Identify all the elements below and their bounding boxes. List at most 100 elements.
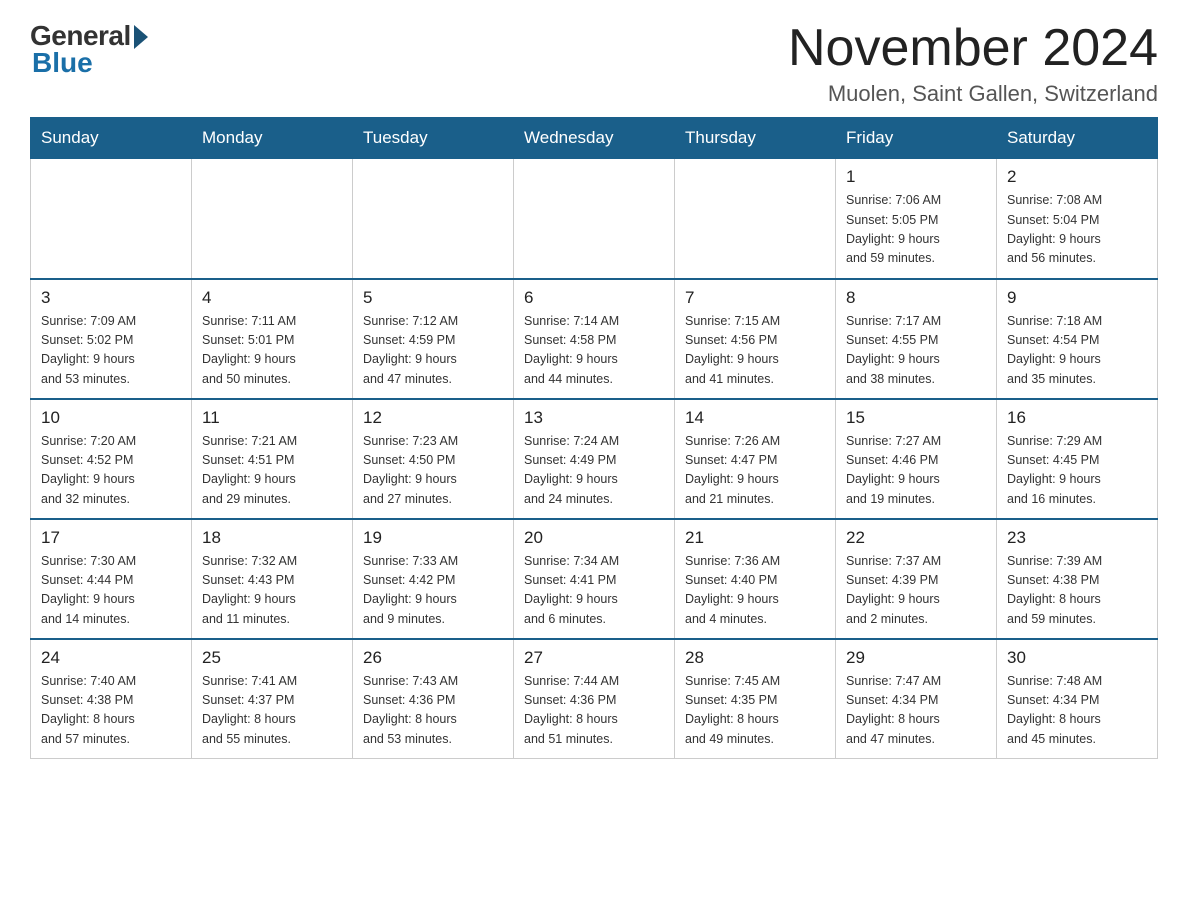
day-info: Sunrise: 7:18 AM Sunset: 4:54 PM Dayligh… — [1007, 312, 1147, 390]
calendar-cell: 16 Sunrise: 7:29 AM Sunset: 4:45 PM Dayli… — [997, 399, 1158, 519]
calendar-cell — [353, 159, 514, 279]
calendar-cell: 18 Sunrise: 7:32 AM Sunset: 4:43 PM Dayli… — [192, 519, 353, 639]
calendar-header-saturday: Saturday — [997, 118, 1158, 159]
calendar-cell: 14 Sunrise: 7:26 AM Sunset: 4:47 PM Dayli… — [675, 399, 836, 519]
calendar-cell: 9 Sunrise: 7:18 AM Sunset: 4:54 PM Daylig… — [997, 279, 1158, 399]
day-info: Sunrise: 7:48 AM Sunset: 4:34 PM Dayligh… — [1007, 672, 1147, 750]
day-number: 28 — [685, 648, 825, 668]
calendar-cell: 6Sunrise: 7:14 AM Sunset: 4:58 PM Daylig… — [514, 279, 675, 399]
day-info: Sunrise: 7:23 AM Sunset: 4:50 PM Dayligh… — [363, 432, 503, 510]
day-info: Sunrise: 7:15 AM Sunset: 4:56 PM Dayligh… — [685, 312, 825, 390]
calendar-table: SundayMondayTuesdayWednesdayThursdayFrid… — [30, 117, 1158, 759]
calendar-header-friday: Friday — [836, 118, 997, 159]
day-number: 30 — [1007, 648, 1147, 668]
day-number: 8 — [846, 288, 986, 308]
day-info: Sunrise: 7:39 AM Sunset: 4:38 PM Dayligh… — [1007, 552, 1147, 630]
day-info: Sunrise: 7:32 AM Sunset: 4:43 PM Dayligh… — [202, 552, 342, 630]
day-number: 14 — [685, 408, 825, 428]
day-info: Sunrise: 7:47 AM Sunset: 4:34 PM Dayligh… — [846, 672, 986, 750]
day-info: Sunrise: 7:12 AM Sunset: 4:59 PM Dayligh… — [363, 312, 503, 390]
logo: General Blue — [30, 20, 148, 79]
day-info: Sunrise: 7:21 AM Sunset: 4:51 PM Dayligh… — [202, 432, 342, 510]
day-number: 9 — [1007, 288, 1147, 308]
calendar-cell: 8 Sunrise: 7:17 AM Sunset: 4:55 PM Daylig… — [836, 279, 997, 399]
calendar-week-4: 17Sunrise: 7:30 AM Sunset: 4:44 PM Dayli… — [31, 519, 1158, 639]
day-info: Sunrise: 7:43 AM Sunset: 4:36 PM Dayligh… — [363, 672, 503, 750]
calendar-header-monday: Monday — [192, 118, 353, 159]
day-info: Sunrise: 7:26 AM Sunset: 4:47 PM Dayligh… — [685, 432, 825, 510]
day-info: Sunrise: 7:44 AM Sunset: 4:36 PM Dayligh… — [524, 672, 664, 750]
calendar-cell: 13Sunrise: 7:24 AM Sunset: 4:49 PM Dayli… — [514, 399, 675, 519]
calendar-cell: 12 Sunrise: 7:23 AM Sunset: 4:50 PM Dayli… — [353, 399, 514, 519]
day-number: 19 — [363, 528, 503, 548]
calendar-cell — [192, 159, 353, 279]
calendar-cell: 1Sunrise: 7:06 AM Sunset: 5:05 PM Daylig… — [836, 159, 997, 279]
calendar-cell: 2Sunrise: 7:08 AM Sunset: 5:04 PM Daylig… — [997, 159, 1158, 279]
calendar-cell: 22Sunrise: 7:37 AM Sunset: 4:39 PM Dayli… — [836, 519, 997, 639]
day-info: Sunrise: 7:40 AM Sunset: 4:38 PM Dayligh… — [41, 672, 181, 750]
day-number: 10 — [41, 408, 181, 428]
calendar-cell: 30 Sunrise: 7:48 AM Sunset: 4:34 PM Dayli… — [997, 639, 1158, 759]
day-number: 22 — [846, 528, 986, 548]
day-number: 24 — [41, 648, 181, 668]
day-number: 12 — [363, 408, 503, 428]
calendar-cell: 15 Sunrise: 7:27 AM Sunset: 4:46 PM Dayli… — [836, 399, 997, 519]
day-info: Sunrise: 7:09 AM Sunset: 5:02 PM Dayligh… — [41, 312, 181, 390]
calendar-cell — [514, 159, 675, 279]
calendar-cell — [675, 159, 836, 279]
day-number: 26 — [363, 648, 503, 668]
day-number: 7 — [685, 288, 825, 308]
day-info: Sunrise: 7:36 AM Sunset: 4:40 PM Dayligh… — [685, 552, 825, 630]
logo-blue-text: Blue — [32, 47, 93, 79]
day-number: 18 — [202, 528, 342, 548]
day-info: Sunrise: 7:29 AM Sunset: 4:45 PM Dayligh… — [1007, 432, 1147, 510]
day-number: 23 — [1007, 528, 1147, 548]
calendar-cell: 20 Sunrise: 7:34 AM Sunset: 4:41 PM Dayli… — [514, 519, 675, 639]
day-number: 11 — [202, 408, 342, 428]
calendar-cell: 3 Sunrise: 7:09 AM Sunset: 5:02 PM Daylig… — [31, 279, 192, 399]
day-number: 25 — [202, 648, 342, 668]
day-number: 16 — [1007, 408, 1147, 428]
calendar-cell: 27 Sunrise: 7:44 AM Sunset: 4:36 PM Dayli… — [514, 639, 675, 759]
day-info: Sunrise: 7:06 AM Sunset: 5:05 PM Dayligh… — [846, 191, 986, 269]
calendar-cell: 25 Sunrise: 7:41 AM Sunset: 4:37 PM Dayli… — [192, 639, 353, 759]
day-info: Sunrise: 7:11 AM Sunset: 5:01 PM Dayligh… — [202, 312, 342, 390]
logo-arrow-icon — [134, 25, 148, 49]
day-number: 27 — [524, 648, 664, 668]
calendar-header-thursday: Thursday — [675, 118, 836, 159]
calendar-cell: 5 Sunrise: 7:12 AM Sunset: 4:59 PM Daylig… — [353, 279, 514, 399]
calendar-cell: 7 Sunrise: 7:15 AM Sunset: 4:56 PM Daylig… — [675, 279, 836, 399]
day-number: 13 — [524, 408, 664, 428]
day-number: 3 — [41, 288, 181, 308]
calendar-week-3: 10Sunrise: 7:20 AM Sunset: 4:52 PM Dayli… — [31, 399, 1158, 519]
day-info: Sunrise: 7:30 AM Sunset: 4:44 PM Dayligh… — [41, 552, 181, 630]
day-info: Sunrise: 7:41 AM Sunset: 4:37 PM Dayligh… — [202, 672, 342, 750]
day-info: Sunrise: 7:45 AM Sunset: 4:35 PM Dayligh… — [685, 672, 825, 750]
day-number: 2 — [1007, 167, 1147, 187]
day-number: 5 — [363, 288, 503, 308]
calendar-week-5: 24 Sunrise: 7:40 AM Sunset: 4:38 PM Dayli… — [31, 639, 1158, 759]
calendar-header-tuesday: Tuesday — [353, 118, 514, 159]
calendar-cell: 17Sunrise: 7:30 AM Sunset: 4:44 PM Dayli… — [31, 519, 192, 639]
page-header: General Blue November 2024 Muolen, Saint… — [30, 20, 1158, 107]
day-number: 15 — [846, 408, 986, 428]
month-title: November 2024 — [788, 20, 1158, 77]
day-number: 20 — [524, 528, 664, 548]
title-area: November 2024 Muolen, Saint Gallen, Swit… — [788, 20, 1158, 107]
calendar-header-wednesday: Wednesday — [514, 118, 675, 159]
day-number: 4 — [202, 288, 342, 308]
calendar-cell: 24 Sunrise: 7:40 AM Sunset: 4:38 PM Dayli… — [31, 639, 192, 759]
calendar-cell: 29Sunrise: 7:47 AM Sunset: 4:34 PM Dayli… — [836, 639, 997, 759]
day-info: Sunrise: 7:34 AM Sunset: 4:41 PM Dayligh… — [524, 552, 664, 630]
calendar-week-1: 1Sunrise: 7:06 AM Sunset: 5:05 PM Daylig… — [31, 159, 1158, 279]
calendar-cell: 21 Sunrise: 7:36 AM Sunset: 4:40 PM Dayli… — [675, 519, 836, 639]
calendar-cell — [31, 159, 192, 279]
calendar-cell: 19Sunrise: 7:33 AM Sunset: 4:42 PM Dayli… — [353, 519, 514, 639]
day-number: 6 — [524, 288, 664, 308]
day-number: 21 — [685, 528, 825, 548]
calendar-cell: 10Sunrise: 7:20 AM Sunset: 4:52 PM Dayli… — [31, 399, 192, 519]
calendar-header-row: SundayMondayTuesdayWednesdayThursdayFrid… — [31, 118, 1158, 159]
calendar-cell: 23 Sunrise: 7:39 AM Sunset: 4:38 PM Dayli… — [997, 519, 1158, 639]
day-info: Sunrise: 7:17 AM Sunset: 4:55 PM Dayligh… — [846, 312, 986, 390]
day-info: Sunrise: 7:27 AM Sunset: 4:46 PM Dayligh… — [846, 432, 986, 510]
